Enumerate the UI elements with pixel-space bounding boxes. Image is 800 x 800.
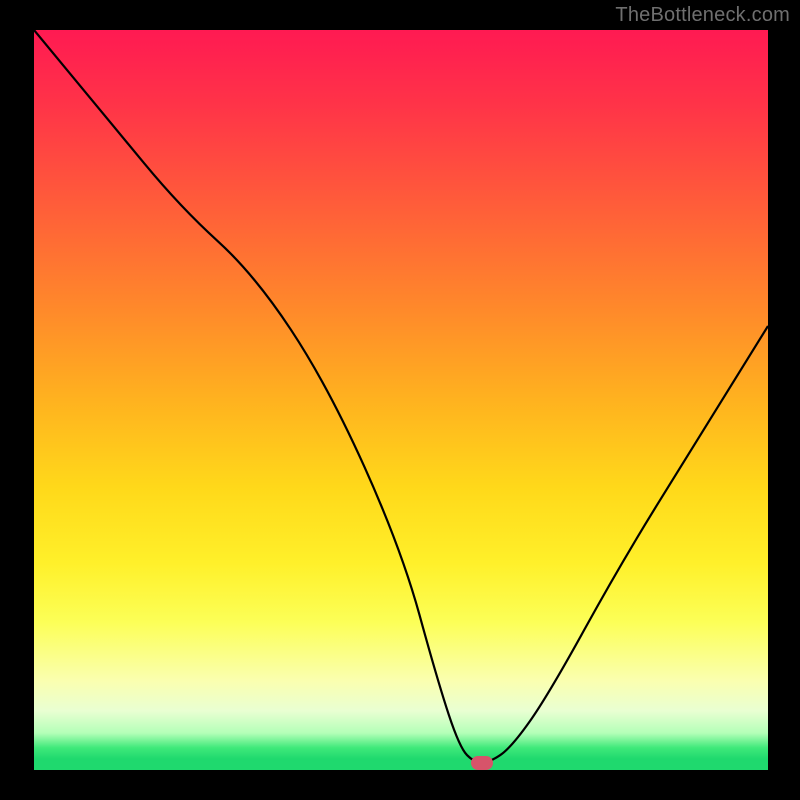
optimal-point-marker xyxy=(471,756,493,770)
watermark-text: TheBottleneck.com xyxy=(615,4,790,27)
bottleneck-curve xyxy=(34,30,768,770)
plot-area xyxy=(34,30,768,770)
chart-frame: TheBottleneck.com xyxy=(0,0,800,800)
curve-path xyxy=(34,30,768,763)
